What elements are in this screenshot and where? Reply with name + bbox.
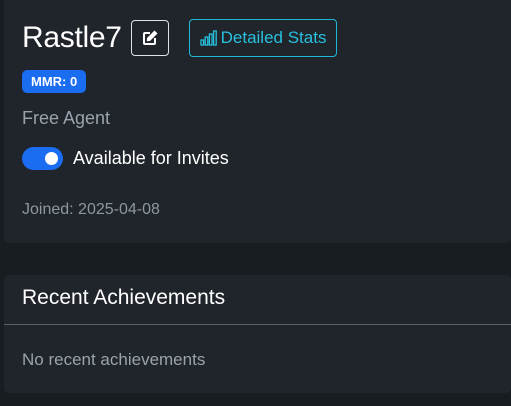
edit-profile-button[interactable]	[130, 20, 169, 56]
profile-header: Rastle7 Detailed Stats	[22, 19, 338, 57]
detailed-stats-button[interactable]: Detailed Stats	[188, 19, 338, 57]
achievements-card: Recent Achievements No recent achievemen…	[4, 275, 511, 393]
username: Rastle7	[22, 21, 122, 54]
available-for-invites-toggle[interactable]	[22, 147, 63, 170]
mmr-badge: MMR: 0	[22, 70, 87, 93]
detailed-stats-label: Detailed Stats	[220, 28, 327, 47]
available-for-invites-label: Available for Invites	[73, 148, 229, 168]
achievements-empty-text: No recent achievements	[22, 350, 206, 369]
profile-card: Rastle7 Detailed Stats MMR: 0 Free Agent	[4, 0, 511, 243]
pencil-square-icon	[142, 30, 158, 45]
joined-date: Joined: 2025-04-08	[22, 201, 160, 218]
toggle-knob	[45, 152, 58, 165]
invites-toggle-row: Available for Invites	[22, 147, 229, 170]
achievements-title: Recent Achievements	[22, 286, 226, 309]
divider	[4, 324, 511, 325]
bar-chart-icon	[199, 30, 218, 46]
agent-status: Free Agent	[22, 108, 111, 128]
